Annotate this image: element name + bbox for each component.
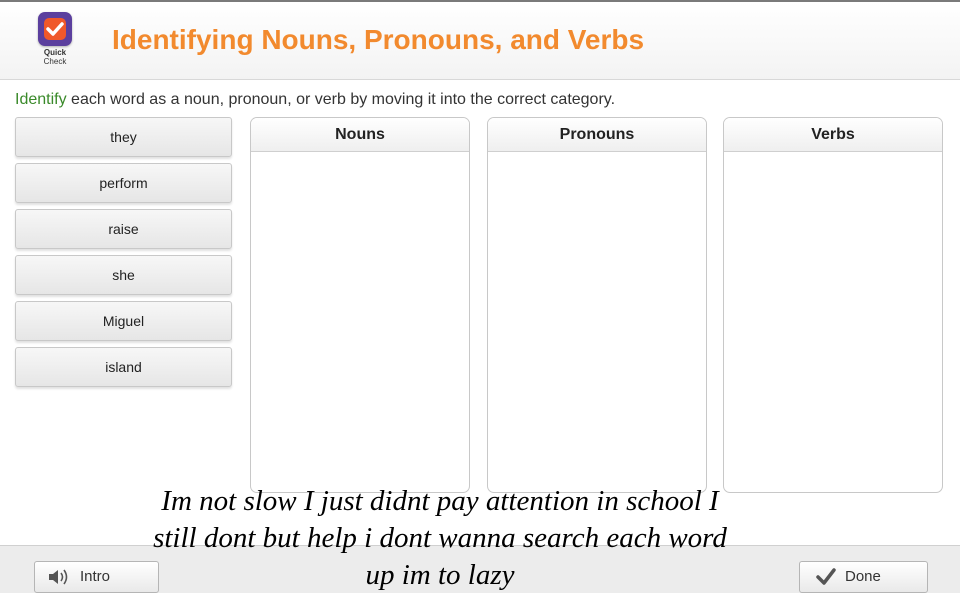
category-header-verbs: Verbs (724, 118, 942, 152)
category-header-pronouns: Pronouns (488, 118, 706, 152)
word-tile-they[interactable]: they (15, 117, 232, 157)
quick-check-logo: Quick Check (36, 12, 74, 72)
category-column-pronouns: Pronouns (487, 117, 707, 493)
instructions: Identify each word as a noun, pronoun, o… (15, 91, 615, 109)
instruction-highlight[interactable]: Identify (15, 91, 67, 108)
category-header-nouns: Nouns (251, 118, 469, 152)
speaker-icon (49, 569, 68, 585)
checkmark-icon (816, 568, 836, 585)
drop-zone-verbs[interactable] (724, 152, 942, 492)
drop-zone-pronouns[interactable] (488, 152, 706, 492)
category-column-nouns: Nouns (250, 117, 470, 493)
checkmark-icon (38, 12, 72, 46)
done-button-label: Done (845, 568, 881, 585)
word-tile-miguel[interactable]: Miguel (15, 301, 232, 341)
word-tile-raise[interactable]: raise (15, 209, 232, 249)
caption-line-3: up im to lazy (365, 559, 515, 591)
page-title: Identifying Nouns, Pronouns, and Verbs (112, 24, 645, 55)
overlay-caption: Im not slow I just didnt pay attention i… (110, 483, 770, 594)
word-tile-perform[interactable]: perform (15, 163, 232, 203)
word-tile-island[interactable]: island (15, 347, 232, 387)
intro-button-label: Intro (80, 568, 111, 585)
drop-zone-nouns[interactable] (251, 152, 469, 492)
header-bar: Quick Check Identifying Nouns, Pronouns,… (0, 2, 960, 80)
category-column-verbs: Verbs (723, 117, 943, 493)
instruction-text: each word as a noun, pronoun, or verb by… (66, 91, 616, 108)
word-tile-she[interactable]: she (15, 255, 232, 295)
caption-line-2: still dont but help i dont wanna search … (153, 522, 727, 554)
logo-label-quick: Quick (43, 48, 67, 57)
logo-label-check: Check (43, 57, 67, 66)
done-button[interactable]: Done (799, 561, 928, 593)
caption-line-1: Im not slow I just didnt pay attention i… (161, 485, 719, 517)
